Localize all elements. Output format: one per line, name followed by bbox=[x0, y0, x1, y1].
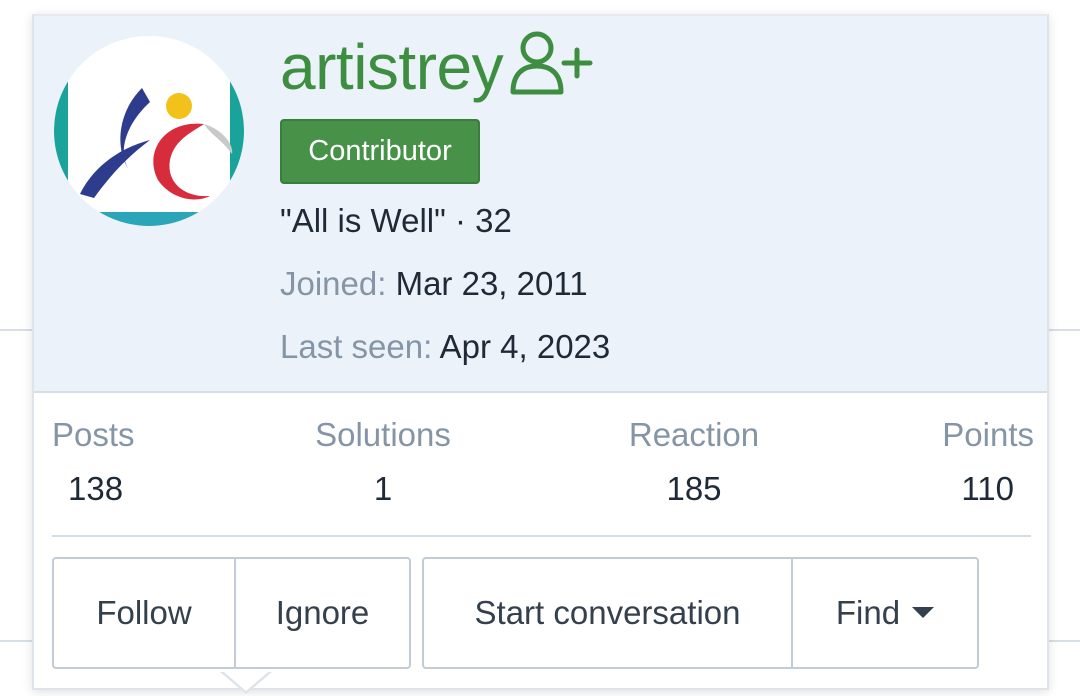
caret-down-icon bbox=[912, 607, 935, 618]
stats-divider bbox=[52, 535, 1031, 537]
ignore-button[interactable]: Ignore bbox=[234, 559, 409, 667]
joined-row: Joined: Mar 23, 2011 bbox=[280, 265, 588, 303]
stat-label: Posts bbox=[52, 416, 135, 453]
start-conversation-button[interactable]: Start conversation bbox=[424, 559, 791, 667]
tooltip-pointer bbox=[220, 672, 272, 694]
stat-solutions[interactable]: Solutions 1 bbox=[298, 416, 468, 508]
username-row: artistrey bbox=[280, 24, 593, 110]
last-seen-label: Last seen: bbox=[280, 328, 433, 365]
stat-label: Solutions bbox=[315, 416, 451, 453]
stat-value: 1 bbox=[373, 470, 393, 507]
last-seen-value: Apr 4, 2023 bbox=[439, 328, 611, 365]
follow-ignore-group: Follow Ignore bbox=[52, 557, 411, 669]
username-link[interactable]: artistrey bbox=[280, 30, 504, 104]
last-seen-row: Last seen: Apr 4, 2023 bbox=[280, 328, 610, 366]
user-plus-icon[interactable] bbox=[509, 28, 593, 98]
follow-button[interactable]: Follow bbox=[54, 559, 234, 667]
stat-label: Points bbox=[942, 416, 1034, 453]
avatar[interactable] bbox=[54, 36, 244, 226]
stat-value: 110 bbox=[961, 470, 1014, 507]
user-tagline: "All is Well" · 32 bbox=[280, 202, 512, 239]
member-tooltip-card: artistrey Contributor "All is Well" · 32… bbox=[32, 14, 1049, 690]
member-header: artistrey Contributor "All is Well" · 32… bbox=[34, 16, 1047, 393]
stat-posts[interactable]: Posts 138 bbox=[52, 416, 182, 508]
stat-value: 138 bbox=[68, 470, 124, 507]
user-title-badge: Contributor bbox=[280, 119, 480, 184]
joined-value: Mar 23, 2011 bbox=[395, 265, 588, 302]
stat-value: 185 bbox=[666, 470, 722, 507]
stat-points[interactable]: Points 110 bbox=[914, 416, 1034, 508]
stat-reaction[interactable]: Reaction 185 bbox=[614, 416, 774, 508]
find-label: Find bbox=[835, 594, 901, 631]
conversation-find-group: Start conversation Find bbox=[422, 557, 979, 669]
find-button[interactable]: Find bbox=[791, 559, 977, 667]
member-stats: Posts 138 Solutions 1 Reaction 185 Point… bbox=[34, 416, 1047, 526]
stat-label: Reaction bbox=[628, 416, 760, 453]
joined-label: Joined: bbox=[280, 265, 387, 302]
